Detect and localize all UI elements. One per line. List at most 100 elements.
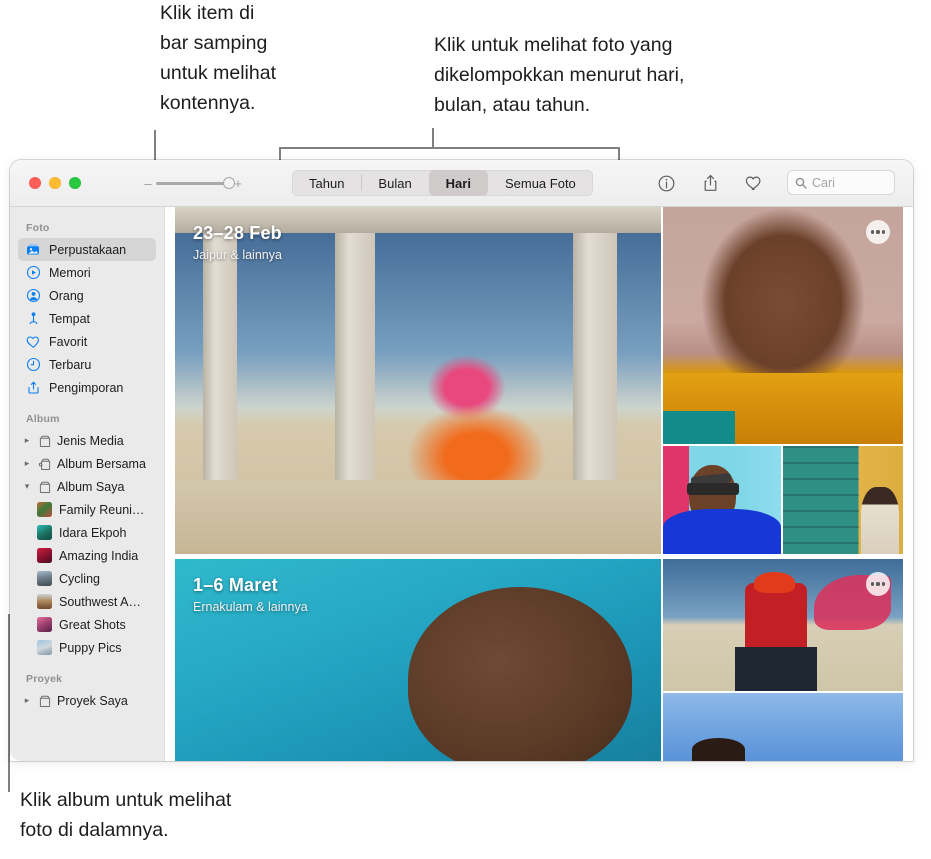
chevron-right-icon[interactable]: ▸ <box>22 458 32 469</box>
dot <box>876 582 880 586</box>
photo-grid: 23–28 Feb Jaipur & lainnya 1–6 Maret Ern… <box>166 207 913 761</box>
sidebar-album-puppy-pics[interactable]: Puppy Pics <box>18 636 156 659</box>
photos-app-window: – + Tahun Bulan Hari Semua Foto Cari Fot… <box>10 160 913 761</box>
sidebar-item-tempat[interactable]: Tempat <box>18 307 156 330</box>
sidebar-album-amazing-india[interactable]: Amazing India <box>18 544 156 567</box>
sidebar-album-family-reunion[interactable]: Family Reuni… <box>18 498 156 521</box>
sidebar-item-proyek-saya[interactable]: ▸ Proyek Saya <box>18 689 156 712</box>
photo-decor-person <box>861 487 900 554</box>
photo-decor-door-stripes <box>783 446 859 554</box>
sidebar-album-idara-ekpoh[interactable]: Idara Ekpoh <box>18 521 156 544</box>
traffic-light-buttons <box>10 177 125 189</box>
heart-icon <box>26 334 41 349</box>
sidebar-item-label: Terbaru <box>49 357 92 372</box>
sidebar-item-memori[interactable]: Memori <box>18 261 156 284</box>
sidebar-item-label: Perpustakaan <box>49 242 127 257</box>
sidebar-album-great-shots[interactable]: Great Shots <box>18 613 156 636</box>
sidebar-item-label: Jenis Media <box>57 433 124 448</box>
photo-more-options-button[interactable] <box>866 572 890 596</box>
zoom-slider-knob[interactable] <box>223 176 235 189</box>
sidebar-section-header-album: Album <box>26 413 60 425</box>
sidebar-item-album-bersama[interactable]: ▸ Album Bersama <box>18 452 156 475</box>
share-icon[interactable] <box>695 168 725 198</box>
chevron-right-icon[interactable]: ▸ <box>22 695 32 706</box>
photo-bike-rider[interactable] <box>663 559 903 691</box>
photo-decor-shirt <box>663 508 781 554</box>
sidebar-section-header-foto: Foto <box>26 222 50 234</box>
sidebar-item-label: Idara Ekpoh <box>59 525 127 540</box>
sidebar-item-label: Family Reuni… <box>59 502 145 517</box>
dot <box>870 230 874 234</box>
sidebar-section-header-proyek: Proyek <box>26 673 63 685</box>
photo-hero-swimmer[interactable]: 1–6 Maret Ernakulam & lainnya <box>175 559 661 761</box>
minimize-window-button[interactable] <box>49 177 61 189</box>
sidebar-item-orang[interactable]: Orang <box>18 284 156 307</box>
favorite-heart-icon[interactable] <box>739 168 769 198</box>
sidebar-item-label: Amazing India <box>59 548 139 563</box>
folder-icon <box>37 479 52 494</box>
sidebar-item-perpustakaan[interactable]: Perpustakaan <box>18 238 156 261</box>
people-icon <box>26 288 41 303</box>
zoom-out-icon[interactable]: – <box>143 177 153 190</box>
dot <box>882 230 886 234</box>
dot <box>876 230 880 234</box>
search-placeholder: Cari <box>812 175 835 190</box>
album-thumbnail <box>37 594 52 609</box>
photo-man-sunglasses[interactable] <box>663 446 781 554</box>
album-thumbnail <box>37 617 52 632</box>
info-icon[interactable] <box>651 168 681 198</box>
album-thumbnail <box>37 571 52 586</box>
album-thumbnail <box>37 640 52 655</box>
tab-hari[interactable]: Hari <box>428 170 488 196</box>
tab-semua-foto[interactable]: Semua Foto <box>488 170 593 196</box>
sidebar-item-terbaru[interactable]: Terbaru <box>18 353 156 376</box>
close-window-button[interactable] <box>29 177 41 189</box>
sidebar-item-label: Puppy Pics <box>59 640 122 655</box>
sidebar: Foto Perpustakaan Memori Orang Tempat Fa… <box>10 207 165 761</box>
library-icon <box>26 242 41 257</box>
zoom-window-button[interactable] <box>69 177 81 189</box>
window-toolbar: – + Tahun Bulan Hari Semua Foto Cari <box>10 160 913 207</box>
sidebar-item-jenis-media[interactable]: ▸ Jenis Media <box>18 429 156 452</box>
sidebar-item-album-saya[interactable]: ▾ Album Saya <box>18 475 156 498</box>
sidebar-item-label: Album Saya <box>57 479 125 494</box>
sidebar-item-label: Orang <box>49 288 84 303</box>
photo-decor-swimmer-head <box>408 587 632 761</box>
zoom-slider-track[interactable] <box>156 176 235 189</box>
photo-sky-person[interactable] <box>663 693 903 761</box>
recents-clock-icon <box>26 357 41 372</box>
photo-woman-portrait[interactable] <box>663 207 903 444</box>
chevron-right-icon[interactable]: ▸ <box>22 435 32 446</box>
dot <box>882 582 886 586</box>
view-mode-segmented-control[interactable]: Tahun Bulan Hari Semua Foto <box>292 170 593 196</box>
sidebar-item-label: Pengimporan <box>49 380 124 395</box>
photo-hero-dancer[interactable]: 23–28 Feb Jaipur & lainnya <box>175 207 661 554</box>
chevron-down-icon[interactable]: ▾ <box>22 481 32 492</box>
photo-group-subtitle: Jaipur & lainnya <box>193 248 282 262</box>
sidebar-item-label: Favorit <box>49 334 88 349</box>
sidebar-item-label: Cycling <box>59 571 100 586</box>
sidebar-album-southwest[interactable]: Southwest A… <box>18 590 156 613</box>
photo-woman-green-door[interactable] <box>783 446 903 554</box>
callout-sidebar-text: Klik item di bar samping untuk melihat k… <box>160 2 276 114</box>
thumbnail-zoom-slider[interactable]: – + <box>143 176 243 190</box>
search-field[interactable]: Cari <box>787 170 895 195</box>
sidebar-item-label: Album Bersama <box>57 456 146 471</box>
tab-tahun[interactable]: Tahun <box>292 170 361 196</box>
sidebar-item-favorit[interactable]: Favorit <box>18 330 156 353</box>
tab-bulan[interactable]: Bulan <box>361 170 428 196</box>
album-thumbnail <box>37 525 52 540</box>
import-icon <box>26 380 41 395</box>
photo-more-options-button[interactable] <box>866 220 890 244</box>
leader-line-segment-stem <box>432 128 434 149</box>
photo-decor-rider-legs <box>735 647 817 691</box>
photo-decor-ground <box>175 480 661 554</box>
places-icon <box>26 311 41 326</box>
sidebar-album-cycling[interactable]: Cycling <box>18 567 156 590</box>
sidebar-item-label: Tempat <box>49 311 90 326</box>
folder-icon <box>37 433 52 448</box>
sidebar-item-pengimporan[interactable]: Pengimporan <box>18 376 156 399</box>
sidebar-item-label: Memori <box>49 265 91 280</box>
photo-group-subtitle: Ernakulam & lainnya <box>193 600 308 614</box>
photo-decor-hair <box>691 737 745 761</box>
